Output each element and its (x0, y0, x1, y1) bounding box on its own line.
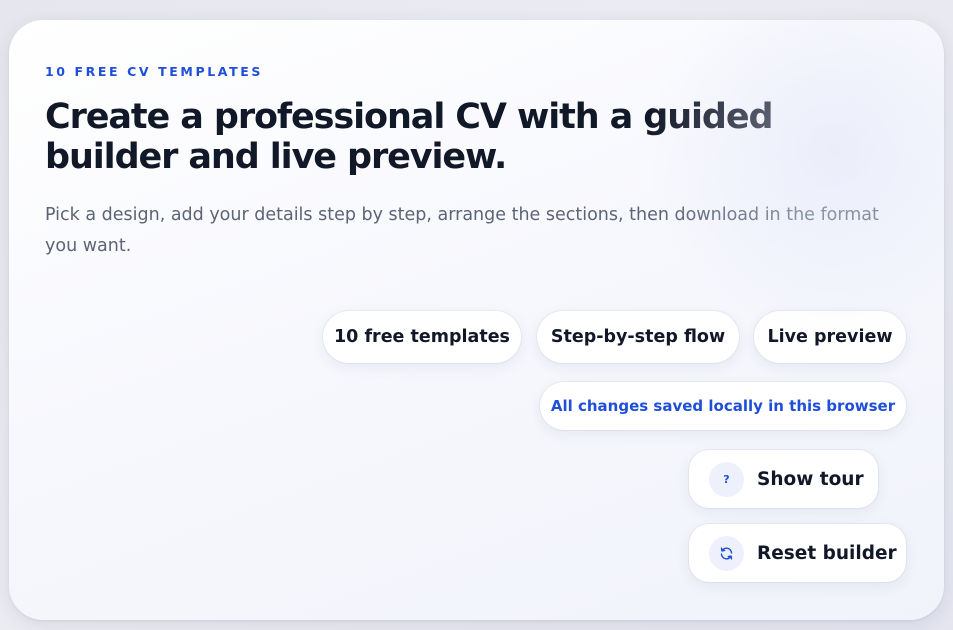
hero-card: 10 FREE CV TEMPLATES Create a profession… (9, 20, 944, 620)
feature-chip-live-preview: Live preview (754, 311, 906, 363)
save-status-badge: All changes saved locally in this browse… (540, 382, 906, 430)
page-subtitle: Pick a design, add your details step by … (45, 205, 879, 256)
feature-chip-step-flow: Step-by-step flow (537, 311, 739, 363)
reset-builder-button[interactable]: Reset builder (689, 524, 906, 582)
show-tour-label: Show tour (757, 468, 864, 490)
question-icon: ? (709, 461, 744, 497)
show-tour-button[interactable]: ? Show tour (689, 450, 878, 508)
feature-chip-templates: 10 free templates (323, 311, 521, 363)
reset-builder-label: Reset builder (757, 542, 897, 564)
page-title: Create a professional CV with a guided b… (45, 97, 774, 177)
eyebrow-label: 10 FREE CV TEMPLATES (45, 64, 263, 79)
refresh-icon (709, 535, 744, 571)
